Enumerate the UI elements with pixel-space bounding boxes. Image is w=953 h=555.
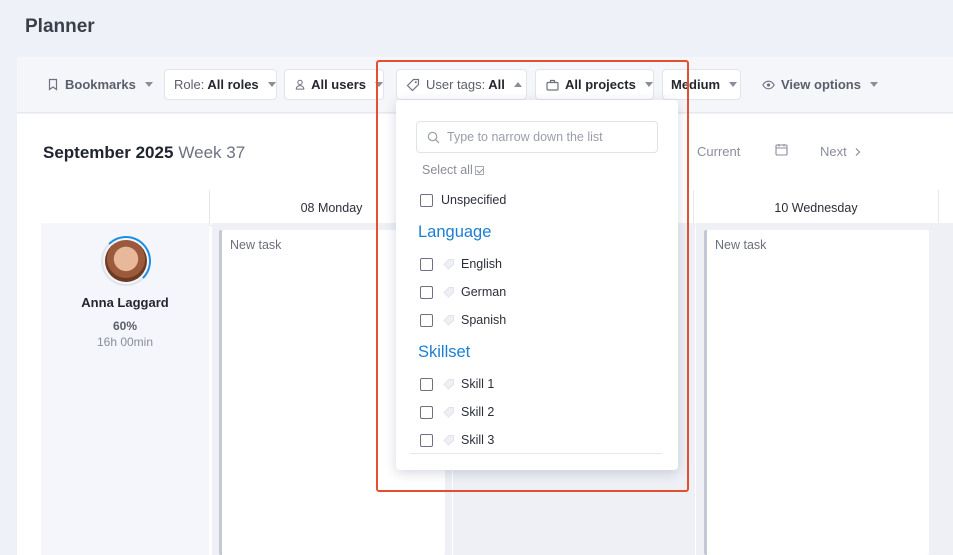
size-select-value: Medium xyxy=(671,77,721,92)
chevron-down-icon xyxy=(144,82,153,87)
chevron-down-icon xyxy=(267,82,276,87)
tag-option-label: English xyxy=(461,257,502,271)
projects-filter-value: All projects xyxy=(565,77,636,92)
tag-option-german[interactable]: German xyxy=(420,283,506,301)
search-icon xyxy=(427,131,440,143)
user-tags-value: All xyxy=(488,77,505,92)
calendar-icon xyxy=(775,144,788,156)
current-label: Current xyxy=(697,144,741,159)
role-filter-label: Role: xyxy=(174,77,205,92)
bookmarks-button[interactable]: Bookmarks xyxy=(47,69,153,100)
eye-icon xyxy=(762,80,775,89)
task-card[interactable]: New task xyxy=(704,230,929,555)
user-utilization: 60% xyxy=(112,319,138,333)
tag-option-label: Skill 3 xyxy=(461,433,495,447)
check-icon xyxy=(474,165,484,175)
chevron-down-icon xyxy=(869,82,878,87)
tag-icon xyxy=(443,315,454,326)
tag-icon xyxy=(406,78,420,91)
day-cell-wednesday[interactable]: New task xyxy=(696,223,939,555)
divider xyxy=(410,453,662,454)
tag-option-spanish[interactable]: Spanish xyxy=(420,311,506,329)
tag-option-label: Skill 2 xyxy=(461,405,495,419)
tag-icon xyxy=(443,287,454,298)
user-hours: 16h 00min xyxy=(96,335,154,349)
users-filter[interactable]: All users xyxy=(284,69,384,100)
chevron-down-icon xyxy=(375,82,383,87)
day-cell-thursday[interactable] xyxy=(939,223,953,555)
bookmarks-label: Bookmarks xyxy=(65,77,136,92)
tag-icon xyxy=(443,379,454,390)
search-input[interactable] xyxy=(447,130,647,144)
avatar-progress-ring xyxy=(101,236,151,286)
user-tags-dropdown: Select all Unspecified Language English … xyxy=(396,100,678,470)
tag-search xyxy=(416,121,658,153)
chevron-down-icon xyxy=(729,82,738,87)
select-all-option[interactable]: Select all xyxy=(422,163,484,177)
tag-option-skill-1[interactable]: Skill 1 xyxy=(420,375,494,393)
tag-group-title: Language xyxy=(418,223,492,241)
tag-icon xyxy=(443,435,454,446)
view-options-button[interactable]: View options xyxy=(762,69,878,100)
bookmark-icon xyxy=(48,78,58,91)
users-filter-value: All users xyxy=(311,77,366,92)
checkbox[interactable] xyxy=(420,405,433,419)
week-label: Week 37 xyxy=(178,143,246,162)
avatar xyxy=(105,240,147,282)
size-select[interactable]: Medium xyxy=(662,69,741,100)
tag-option-skill-2[interactable]: Skill 2 xyxy=(420,403,494,421)
view-options-label: View options xyxy=(781,77,861,92)
day-header-wednesday: 10 Wednesday xyxy=(693,190,938,226)
projects-filter[interactable]: All projects xyxy=(535,69,654,100)
page-title: Planner xyxy=(25,16,95,37)
select-all-label: Select all xyxy=(422,163,473,177)
tag-option-english[interactable]: English xyxy=(420,255,502,273)
calendar-button[interactable] xyxy=(775,143,788,156)
checkbox[interactable] xyxy=(420,377,433,391)
tag-option-label: Spanish xyxy=(461,313,507,327)
briefcase-icon xyxy=(546,79,559,91)
chevron-up-icon xyxy=(513,82,522,87)
role-filter-value: All roles xyxy=(207,77,259,92)
tag-option-unspecified[interactable]: Unspecified xyxy=(420,191,506,209)
tag-option-label: German xyxy=(461,285,507,299)
tag-option-label: Unspecified xyxy=(441,193,507,207)
current-button[interactable]: Current xyxy=(697,144,740,159)
tag-option-skill-3[interactable]: Skill 3 xyxy=(420,431,494,449)
checkbox[interactable] xyxy=(420,257,433,271)
chevron-right-icon xyxy=(855,147,861,156)
tag-icon xyxy=(443,407,454,418)
chevron-down-icon xyxy=(644,82,653,87)
user-icon xyxy=(295,79,305,90)
user-row-header[interactable]: Anna Laggard 60% 16h 00min xyxy=(41,223,209,555)
tag-group-title: Skillset xyxy=(418,343,471,361)
month-label: September 2025 xyxy=(43,143,174,162)
day-header-next xyxy=(938,190,953,226)
tag-option-label: Skill 1 xyxy=(461,377,495,391)
period-title: September 2025 Week 37 xyxy=(43,143,245,163)
checkbox[interactable] xyxy=(420,313,433,327)
next-button[interactable]: Next xyxy=(820,144,863,159)
role-filter[interactable]: Role: All roles xyxy=(164,69,277,100)
tag-icon xyxy=(443,259,454,270)
checkbox[interactable] xyxy=(420,285,433,299)
checkbox[interactable] xyxy=(420,433,433,447)
next-label: Next xyxy=(820,144,847,159)
user-tags-filter[interactable]: User tags: All xyxy=(396,69,527,100)
user-tags-label: User tags: xyxy=(426,77,486,92)
user-name: Anna Laggard xyxy=(81,295,169,310)
checkbox[interactable] xyxy=(420,193,433,207)
